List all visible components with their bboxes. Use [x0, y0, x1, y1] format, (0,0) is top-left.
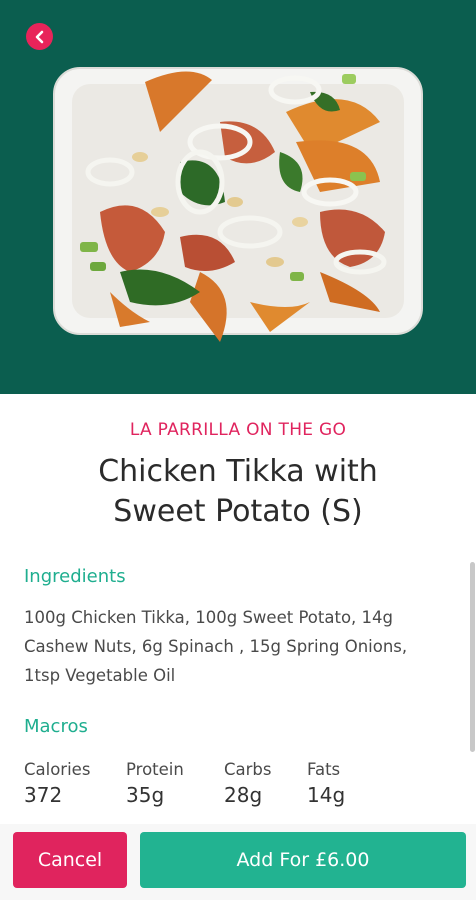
cancel-button[interactable]: Cancel [13, 832, 127, 888]
restaurant-name: LA PARRILLA ON THE GO [129, 420, 347, 440]
macro-label: Fats [307, 760, 341, 779]
ingredients-text: 100g Chicken Tikka, 100g Sweet Potato, 1… [24, 603, 444, 690]
scrollbar[interactable] [470, 562, 475, 752]
hero-banner [0, 0, 476, 394]
macro-label: Protein [126, 760, 184, 779]
macro-value: 28g [224, 783, 263, 807]
product-title-line1: Chicken Tikka with [98, 454, 378, 489]
macro-value: 372 [24, 783, 63, 807]
ingredients-line: 100g Chicken Tikka, 100g Sweet Potato, 1… [24, 608, 394, 627]
ingredients-line: 1tsp Vegetable Oil [24, 666, 176, 685]
action-bar: Cancel Add For £6.00 [0, 824, 476, 900]
ingredients-heading: Ingredients [24, 566, 126, 587]
ingredients-line: Cashew Nuts, 6g Spinach , 15g Spring Oni… [24, 637, 408, 656]
macros-heading: Macros [24, 716, 88, 737]
macro-carbs: Carbs 28g [224, 760, 272, 807]
macro-label: Calories [24, 760, 91, 779]
macro-fats: Fats 14g [307, 760, 345, 807]
macro-value: 14g [307, 783, 346, 807]
product-details: LA PARRILLA ON THE GO Chicken Tikka with… [0, 394, 476, 824]
macro-value: 35g [126, 783, 165, 807]
macro-label: Carbs [224, 760, 272, 779]
product-title-line2: Sweet Potato (S) [113, 494, 363, 529]
macro-protein: Protein 35g [126, 760, 184, 807]
add-to-order-button[interactable]: Add For £6.00 [140, 832, 466, 888]
chevron-left-icon [35, 30, 43, 43]
product-title: Chicken Tikka with Sweet Potato (S) [40, 452, 436, 532]
macro-calories: Calories 372 [24, 760, 90, 807]
food-image [53, 67, 423, 342]
back-button[interactable] [26, 23, 53, 50]
